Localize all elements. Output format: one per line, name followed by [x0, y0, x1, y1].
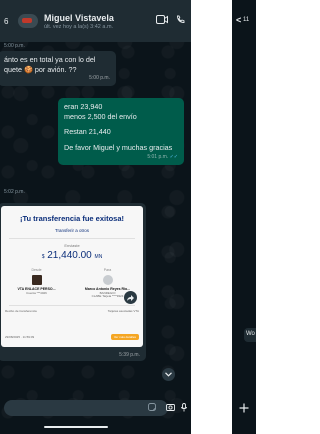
message-top-time: 5:00 p.m.: [4, 43, 25, 49]
receipt-details-button[interactable]: Ver más detalles: [110, 334, 139, 340]
message-input-bar: [0, 397, 191, 419]
message-text-line: De favor Miguel y muchas gracias: [64, 143, 173, 153]
chat-header: 6 Miguel Vistavela últ. vez hoy a la(s) …: [0, 0, 191, 42]
video-call-icon[interactable]: [156, 15, 168, 27]
receipt-image[interactable]: ¡Tu transferencia fue exitosa! Transferi…: [1, 206, 143, 347]
recipient-label: Para: [103, 268, 112, 272]
receipt-footer-labels: Recibo de transferencia Tarjetas asociad…: [1, 306, 143, 313]
message-text-line: ánto es en total ya con lo del: [4, 55, 96, 64]
chat-header: < 11: [232, 0, 256, 42]
sticker-icon[interactable]: [148, 403, 156, 413]
incoming-message[interactable]: ánto es en total ya con lo del quete 🍪 p…: [0, 51, 116, 87]
screenshot-composite: 6 Miguel Vistavela últ. vez hoy a la(s) …: [0, 0, 256, 434]
receipt-amount: $ 21,440.00 MN: [1, 250, 143, 261]
unread-count: 11: [243, 17, 250, 23]
mic-icon[interactable]: [181, 402, 187, 414]
forward-icon[interactable]: [124, 291, 137, 304]
user-avatar-icon: [102, 275, 113, 285]
receipt-divider: [9, 238, 135, 239]
amount-currency: MN: [94, 254, 103, 260]
sender-label: Desde: [31, 268, 42, 272]
receipt-subtitle: Transferir a otros: [54, 228, 90, 233]
phone-call-icon[interactable]: [176, 15, 185, 27]
chat-screen-right: < 11 Wo: [232, 0, 256, 434]
home-indicator: [44, 426, 108, 428]
message-time: 5:01 p.m. ✓✓: [64, 154, 178, 161]
plus-icon[interactable]: [239, 402, 249, 416]
transfer-receipt-message[interactable]: ¡Tu transferencia fue exitosa! Transferi…: [0, 203, 146, 361]
contact-last-seen: últ. vez hoy a la(s) 3:42 a.m.: [44, 23, 114, 30]
message-text-line: eran 23,940: [64, 102, 103, 111]
contact-info[interactable]: Miguel Vistavela últ. vez hoy a la(s) 3:…: [44, 13, 148, 30]
status-bar-time: 6: [4, 16, 9, 26]
chevron-down-icon[interactable]: [162, 368, 175, 381]
receipt-footer-left: Recibo de transferencia: [5, 309, 37, 314]
amount-prefix: $: [41, 254, 45, 260]
receipt-date: 29/08/2025 · 11:59:09: [5, 335, 35, 339]
contact-avatar[interactable]: [18, 14, 38, 28]
message-text-line: Restan 21,440: [64, 127, 111, 137]
message-time: 5:00 p.m.: [89, 75, 110, 82]
message-text-line: menos 2,500 del envío: [64, 111, 137, 121]
receipt-parties: Desde VTA ENLACE PERSO... Cuenta ***4026…: [1, 268, 143, 299]
receipt-footer: 29/08/2025 · 11:59:09 Ver más detalles: [1, 334, 143, 340]
receipt-sent-label: Enviaste: [64, 243, 80, 248]
camera-icon[interactable]: [166, 403, 175, 413]
receipt-title: ¡Tu transferencia fue exitosa!: [19, 214, 125, 223]
read-receipt-icon: ✓✓: [169, 153, 178, 160]
outgoing-message[interactable]: eran 23,940 menos 2,500 del envío Restan…: [58, 98, 184, 165]
back-icon[interactable]: <: [236, 15, 241, 25]
receipt-footer-right: Tarjetas asociadas VTA: [107, 309, 139, 314]
contact-name: Miguel Vistavela: [44, 12, 114, 23]
message-time: 5:39 p.m.: [119, 352, 140, 358]
chat-screen-left: 6 Miguel Vistavela últ. vez hoy a la(s) …: [0, 0, 191, 434]
receipt-message-time-label: 5:02 p.m.: [4, 189, 25, 195]
message-time-text: 5:01 p.m.: [147, 153, 169, 160]
sender-detail: Cuenta ***4026: [26, 290, 47, 295]
message-text-line: quete 🍪 por avión. ??: [4, 64, 77, 74]
incoming-message[interactable]: Wo: [244, 328, 256, 342]
bank-card-icon: [31, 275, 42, 285]
receipt-sender: Desde VTA ENLACE PERSO... Cuenta ***4026: [7, 268, 67, 299]
message-input[interactable]: [4, 400, 168, 416]
amount-value: 21,440.00: [47, 250, 92, 261]
